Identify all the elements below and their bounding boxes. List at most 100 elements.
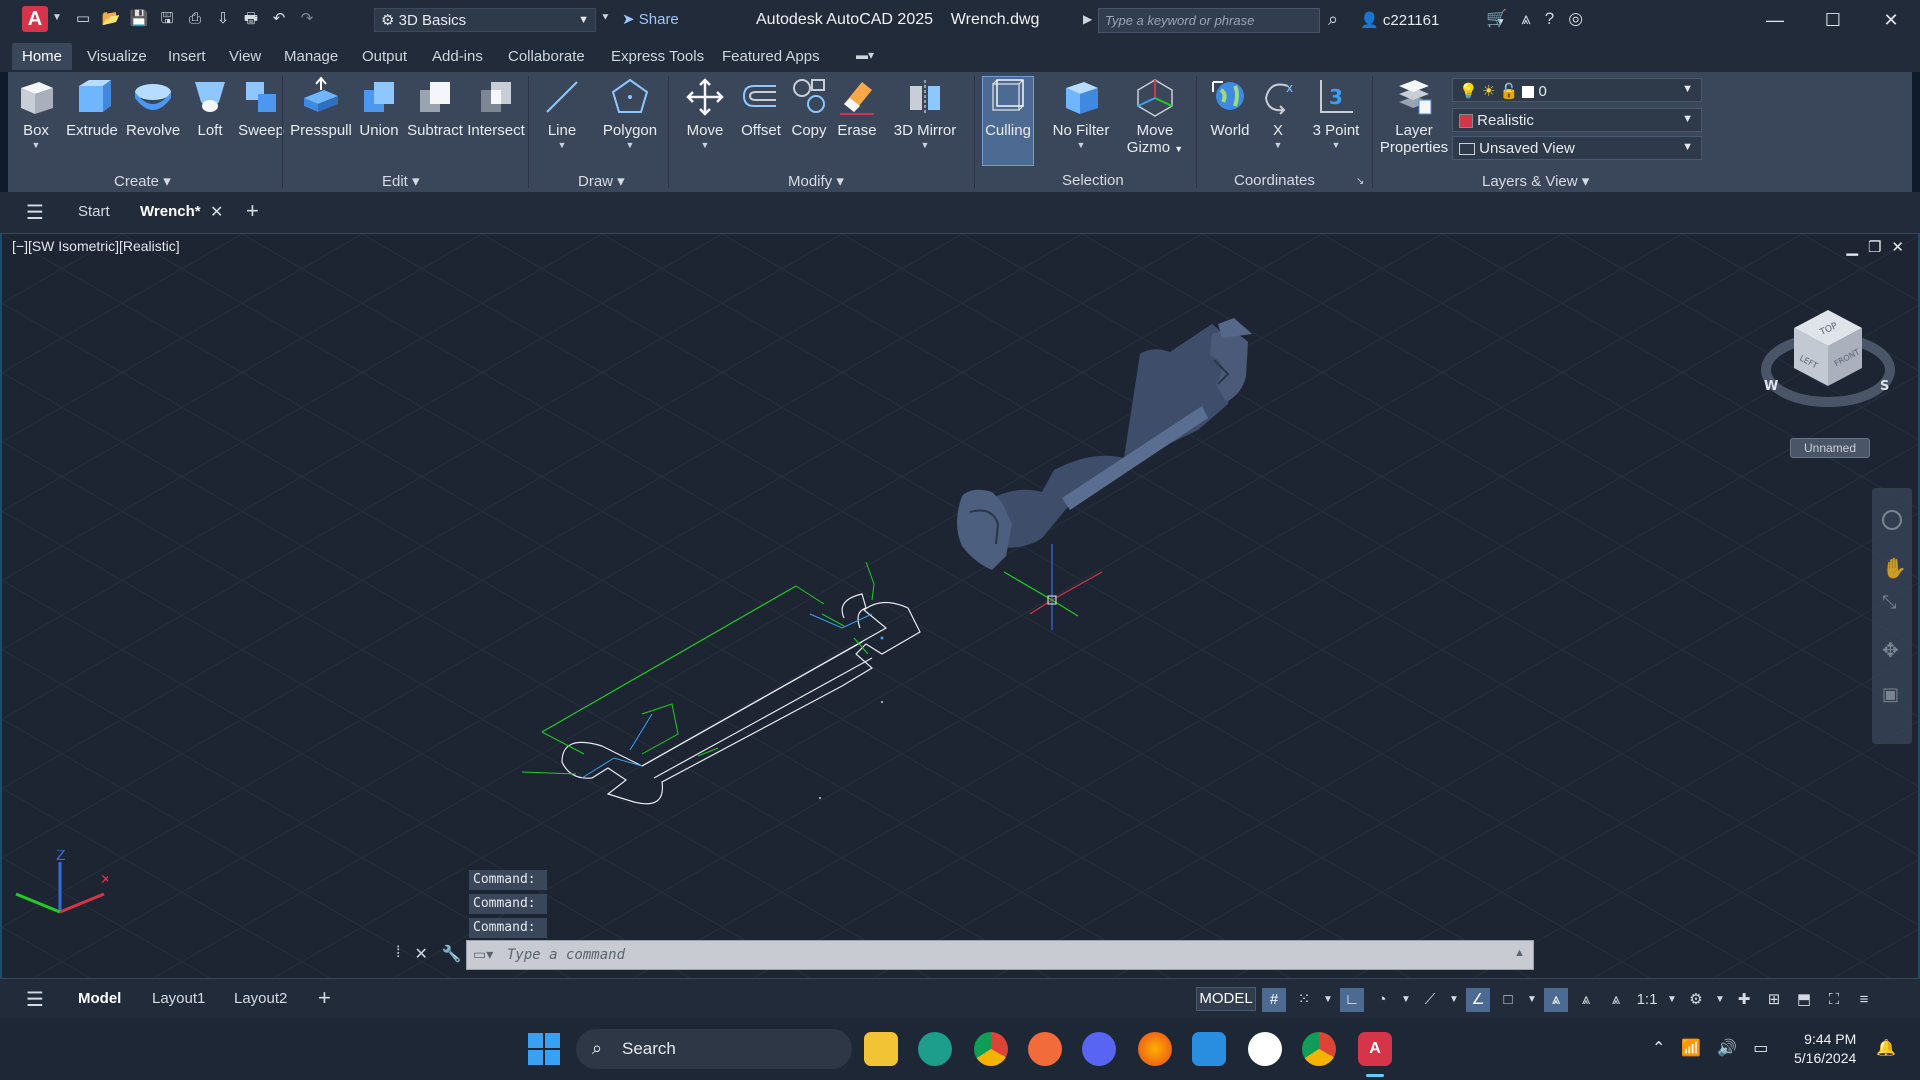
customization-icon[interactable]: ≡	[1852, 988, 1876, 1012]
search-icon[interactable]: ⌕	[1328, 9, 1338, 30]
user-account[interactable]: 👤 c221161 ▼	[1360, 11, 1505, 29]
taskbar-search-box[interactable]: ⌕ Search	[576, 1029, 852, 1069]
annotation-visibility-icon[interactable]: ⩓	[1544, 988, 1568, 1012]
tab-collaborate[interactable]: Collaborate	[508, 48, 585, 65]
file-explorer-icon[interactable]	[864, 1032, 898, 1066]
coordinates-panel-title[interactable]: Coordinates	[1234, 172, 1315, 189]
autocad-taskbar-icon[interactable]: A	[1358, 1032, 1392, 1066]
new-layout-icon[interactable]: +	[318, 985, 331, 1011]
edit-panel-title[interactable]: Edit ▾	[382, 172, 420, 190]
tab-layout2[interactable]: Layout2	[234, 990, 287, 1007]
drawing-viewport[interactable]: [−][SW Isometric][Realistic] ▁ ❐ ✕ TOP L…	[0, 234, 1920, 978]
layout-menu-icon[interactable]: ☰	[26, 987, 44, 1012]
grid-display-icon[interactable]: #	[1262, 988, 1286, 1012]
sweep-button[interactable]: Sweep	[236, 76, 286, 139]
showmotion-icon[interactable]: ▣	[1882, 684, 1899, 705]
chevron-down-icon[interactable]: ▼	[1322, 988, 1334, 1012]
battery-icon[interactable]: ▭	[1753, 1038, 1768, 1058]
tab-visualize[interactable]: Visualize	[87, 48, 147, 65]
ribbon-toggle-icon[interactable]: ▬▾	[856, 48, 874, 62]
share-button[interactable]: ➤ Share	[622, 10, 679, 28]
model-space-button[interactable]: MODEL	[1196, 987, 1256, 1011]
export-icon[interactable]: ⎙	[184, 8, 206, 30]
dialog-launcher-icon[interactable]: ↘	[1356, 176, 1364, 187]
tab-model[interactable]: Model	[78, 990, 121, 1007]
tab-view[interactable]: View	[229, 48, 261, 65]
close-tab-icon[interactable]: ✕	[210, 202, 223, 222]
cart-icon[interactable]: 🛒	[1486, 9, 1507, 29]
layer-dropdown[interactable]: 💡 ☀ 🔓 0 ▼	[1452, 78, 1702, 102]
workspace-switch-gear-icon[interactable]: ⚙	[1684, 988, 1708, 1012]
chevron-down-icon[interactable]: ▼	[1526, 988, 1538, 1012]
chevron-down-icon[interactable]: ▼	[1666, 988, 1678, 1012]
command-prompt-icon[interactable]: ▭▾	[473, 946, 493, 963]
close-icon[interactable]: ✕	[1862, 0, 1920, 40]
object-snap-tracking-icon[interactable]: ∠	[1466, 988, 1490, 1012]
chevron-down-icon[interactable]: ▼	[1448, 988, 1460, 1012]
help-icon[interactable]: ?	[1545, 9, 1554, 29]
selection-panel-title[interactable]: Selection	[1062, 172, 1124, 189]
wrench-2d-wireframe[interactable]	[521, 561, 921, 805]
open-folder-icon[interactable]: 📂	[100, 8, 122, 30]
close-command-line-icon[interactable]: ✕	[414, 944, 427, 964]
pan-hand-icon[interactable]: ✋	[1882, 556, 1907, 581]
tab-start[interactable]: Start	[78, 203, 110, 220]
workspace-dropdown[interactable]: ⚙ 3D Basics ▼	[374, 8, 596, 32]
quick-properties-icon[interactable]: ⬒	[1792, 988, 1816, 1012]
clean-screen-icon[interactable]: ⛶	[1822, 988, 1846, 1012]
tab-express-tools[interactable]: Express Tools	[611, 48, 704, 65]
viewcube[interactable]: TOP LEFT FRONT W S	[1758, 290, 1898, 430]
steering-wheel-icon[interactable]	[1882, 510, 1902, 530]
tab-output[interactable]: Output	[362, 48, 407, 65]
vscode-icon[interactable]	[1192, 1032, 1226, 1066]
new-file-icon[interactable]: ▭	[72, 8, 94, 30]
scale-value[interactable]: 1:1	[1634, 988, 1660, 1012]
copilot-app-icon[interactable]	[918, 1032, 952, 1066]
no-filter-button[interactable]: No Filter ▼	[1048, 76, 1114, 150]
tab-insert[interactable]: Insert	[168, 48, 206, 65]
draw-panel-title[interactable]: Draw ▾	[578, 172, 625, 190]
wifi-icon[interactable]: 📶	[1681, 1038, 1701, 1058]
ortho-mode-icon[interactable]: ∟	[1340, 988, 1364, 1012]
culling-button[interactable]: Culling	[982, 76, 1034, 139]
ucs-menu-button[interactable]: Unnamed	[1790, 438, 1870, 458]
offset-button[interactable]: Offset	[738, 76, 784, 139]
autodesk-a360-icon[interactable]: ⩓	[1521, 9, 1531, 29]
volume-icon[interactable]: 🔊	[1717, 1038, 1737, 1058]
tab-manage[interactable]: Manage	[284, 48, 338, 65]
search-expand-icon[interactable]: ▶	[1083, 12, 1092, 26]
notification-bell-icon[interactable]: 🔔	[1876, 1038, 1896, 1058]
tab-add-ins[interactable]: Add-ins	[432, 48, 483, 65]
units-icon[interactable]: ⊞	[1762, 988, 1786, 1012]
revolve-button[interactable]: Revolve	[126, 76, 180, 139]
tab-featured-apps[interactable]: Featured Apps	[722, 48, 820, 65]
auto-scale-icon[interactable]: ⩓	[1574, 988, 1598, 1012]
move-button[interactable]: Move ▼	[680, 76, 730, 150]
object-snap-icon[interactable]: □	[1496, 988, 1520, 1012]
rotate-x-button[interactable]: x X ▼	[1258, 76, 1298, 150]
loft-button[interactable]: Loft	[188, 76, 232, 139]
tab-wrench[interactable]: Wrench*	[140, 203, 201, 220]
wrench-3d-model[interactable]	[2, 234, 1920, 978]
3d-mirror-button[interactable]: 3D Mirror ▼	[890, 76, 960, 150]
union-button[interactable]: Union	[354, 76, 404, 139]
zoom-extents-icon[interactable]: ⤡	[1882, 592, 1896, 613]
plot-icon[interactable]: 🖶	[240, 8, 262, 30]
polygon-button[interactable]: Polygon ▼	[596, 76, 664, 150]
undo-icon[interactable]: ↶	[268, 8, 290, 30]
annotation-monitor-icon[interactable]: ✚	[1732, 988, 1756, 1012]
wrench-solid[interactable]	[957, 318, 1252, 570]
save-as-icon[interactable]: 🖫	[156, 8, 178, 30]
isodraft-icon[interactable]: ⟋	[1418, 988, 1442, 1012]
3-point-button[interactable]: 3 3 Point ▼	[1308, 76, 1364, 150]
mongodb-compass-icon[interactable]	[1248, 1032, 1282, 1066]
chevron-down-icon[interactable]: ▼	[1400, 988, 1412, 1012]
autocad-logo-icon[interactable]: A	[22, 6, 48, 32]
subtract-button[interactable]: Subtract	[406, 76, 464, 139]
orbit-icon[interactable]: ✥	[1882, 638, 1899, 663]
help-search-input[interactable]: Type a keyword or phrase	[1098, 8, 1320, 33]
chevron-down-icon[interactable]: ▼	[1714, 988, 1726, 1012]
maximize-icon[interactable]: ☐	[1804, 0, 1862, 40]
feedback-icon[interactable]: ◎	[1568, 9, 1583, 29]
app-menu-caret-icon[interactable]: ▼	[52, 12, 62, 23]
